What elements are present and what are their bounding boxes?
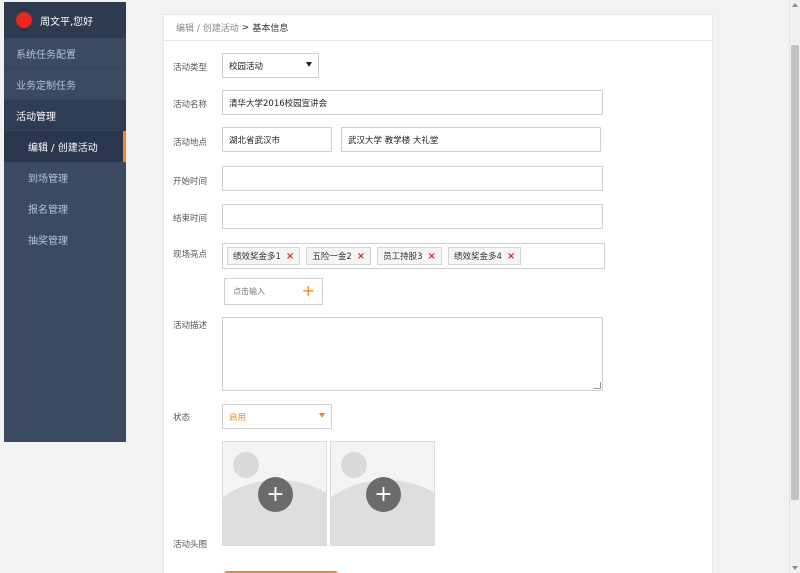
highlight-tag: 绩效奖金多1 × <box>227 247 301 265</box>
description-label: 活动描述 <box>173 321 208 331</box>
breadcrumb-separator: > <box>241 22 250 33</box>
breadcrumb-current: 基本信息 <box>252 24 289 34</box>
image-upload-slot[interactable]: + <box>222 441 327 546</box>
caret-down-icon <box>319 413 325 418</box>
plus-icon[interactable]: + <box>258 477 293 512</box>
avatar-label: 活动头图 <box>173 540 208 550</box>
name-input[interactable]: 清华大学2016校园宣讲会 <box>222 90 603 115</box>
sidebar-item-label: 活动管理 <box>16 111 56 123</box>
highlights-label: 现场亮点 <box>173 250 208 260</box>
add-highlight-input[interactable]: 点击输入 + <box>224 278 323 305</box>
sidebar-subitem-label: 到场管理 <box>28 174 68 185</box>
breadcrumb: 编辑 / 创建活动 > 基本信息 <box>164 15 712 41</box>
status-select[interactable]: 启用 <box>222 404 332 429</box>
sidebar-item-activity-management[interactable]: 活动管理 <box>4 100 126 131</box>
page-scrollbar[interactable] <box>789 0 800 573</box>
avatar[interactable] <box>16 12 32 28</box>
end-time-label: 结束时间 <box>173 214 208 224</box>
location-label: 活动地点 <box>173 138 208 148</box>
image-placeholder-icon <box>233 452 259 478</box>
type-label: 活动类型 <box>173 63 208 73</box>
sidebar-item-system-tasks[interactable]: 系统任务配置 <box>4 38 126 69</box>
breadcrumb-path[interactable]: 编辑 / 创建活动 <box>176 21 239 34</box>
sidebar-subitem-label: 报名管理 <box>28 205 68 216</box>
caret-down-icon <box>306 62 312 67</box>
sidebar-item-label: 业务定制任务 <box>16 80 76 92</box>
status-label: 状态 <box>173 413 191 423</box>
user-header: 周文平,您好 <box>4 2 126 38</box>
location-detail-input[interactable]: 武汉大学 教学楼 大礼堂 <box>341 127 601 152</box>
plus-icon[interactable]: + <box>366 477 401 512</box>
end-time-input[interactable] <box>222 204 603 229</box>
highlights-tag-input[interactable]: 绩效奖金多1 × 五险一金2 × 员工持股3 × 绩效奖金多4 × <box>222 243 605 269</box>
image-upload-slot[interactable]: + <box>330 441 435 546</box>
user-greeting: 周文平,您好 <box>40 16 94 28</box>
start-time-label: 开始时间 <box>173 177 208 187</box>
sidebar-subitem-lottery[interactable]: 抽奖管理 <box>4 224 126 255</box>
resize-handle-icon[interactable] <box>594 382 601 389</box>
close-icon[interactable]: × <box>286 251 294 262</box>
scrollbar-thumb[interactable] <box>791 45 799 500</box>
highlight-tag: 绩效奖金多4 × <box>447 247 522 265</box>
sidebar-item-custom-tasks[interactable]: 业务定制任务 <box>4 69 126 100</box>
sidebar-item-label: 系统任务配置 <box>16 49 76 61</box>
close-icon[interactable]: × <box>357 251 365 262</box>
close-icon[interactable]: × <box>428 251 436 262</box>
sidebar-subitem-edit-create[interactable]: 编辑 / 创建活动 <box>4 131 126 162</box>
highlight-tag-text: 绩效奖金多4 <box>453 252 502 262</box>
scroll-up-icon[interactable] <box>792 3 798 7</box>
highlight-tag-text: 五险一金2 <box>312 252 352 262</box>
location-city-value: 湖北省武汉市 <box>229 135 281 146</box>
location-detail-value: 武汉大学 教学楼 大礼堂 <box>348 135 439 146</box>
plus-icon[interactable]: + <box>302 281 315 300</box>
location-city-input[interactable]: 湖北省武汉市 <box>222 127 332 152</box>
close-icon[interactable]: × <box>507 251 515 262</box>
main-card: 编辑 / 创建活动 > 基本信息 活动类型 校园活动 活动名称 清华大学2016… <box>163 14 713 573</box>
sidebar-subitem-attendance[interactable]: 到场管理 <box>4 162 126 193</box>
sidebar-subitem-label: 抽奖管理 <box>28 236 68 247</box>
sidebar: 周文平,您好 系统任务配置 业务定制任务 活动管理 编辑 / 创建活动 到场管理… <box>4 2 126 442</box>
description-textarea[interactable] <box>222 317 603 391</box>
type-select-value: 校园活动 <box>229 61 264 72</box>
scroll-down-icon[interactable] <box>792 566 798 570</box>
type-select[interactable]: 校园活动 <box>222 53 319 78</box>
highlight-tag-text: 绩效奖金多1 <box>233 252 281 262</box>
status-select-value: 启用 <box>229 412 247 423</box>
highlight-tag: 五险一金2 × <box>306 247 372 265</box>
start-time-input[interactable] <box>222 166 603 191</box>
name-input-value: 清华大学2016校园宣讲会 <box>229 98 328 109</box>
add-highlight-placeholder: 点击输入 <box>233 287 265 296</box>
sidebar-subitem-label: 编辑 / 创建活动 <box>28 143 98 154</box>
name-label: 活动名称 <box>173 100 208 110</box>
image-placeholder-icon <box>341 452 367 478</box>
highlight-tag-text: 员工持股3 <box>383 252 423 262</box>
sidebar-subitem-registration[interactable]: 报名管理 <box>4 193 126 224</box>
highlight-tag: 员工持股3 × <box>377 247 442 265</box>
